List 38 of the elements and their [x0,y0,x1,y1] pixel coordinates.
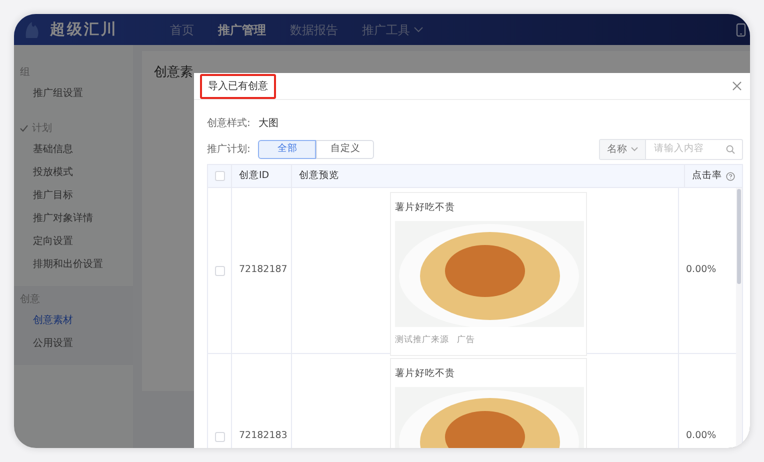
page-title: 创意素 [154,64,194,82]
column-header: 创意ID [239,168,270,183]
phone-icon[interactable] [736,22,746,36]
sidebar-item[interactable]: 公用设置 [14,332,73,355]
field-value: 大图 [258,116,278,131]
sidebar-item[interactable]: 基础信息 [14,138,73,161]
sidebar-item[interactable]: 投放模式 [14,161,73,184]
sidebar-item[interactable]: 推广组设置 [14,82,83,105]
preview-title: 薯片好吃不贵 [395,367,456,381]
field-label: 推广计划: [207,142,250,157]
sidebar-item[interactable]: 推广目标 [14,184,73,207]
column-header: 点击率 [692,168,722,183]
sidebar-item[interactable]: 排期和出价设置 [14,253,103,276]
sidebar-item[interactable]: 推广对象详情 [14,207,93,230]
column-header: 创意预览 [299,168,339,183]
nav-tab[interactable]: 推广管理 [206,20,278,38]
logo-text: 超级汇川 [50,19,118,40]
chevron-down-icon [631,147,638,152]
table-cell-text: 72182187 [239,263,288,278]
select-all-checkbox[interactable] [214,171,224,181]
segment-button[interactable]: 自定义 [316,140,374,159]
segment-button[interactable]: 全部 [258,140,316,159]
row-checkbox[interactable] [214,266,224,276]
sidebar-item[interactable]: 定向设置 [14,230,73,253]
table-cell-text: 0.00% [686,263,716,278]
ad-tag: 广告 [457,334,475,347]
search-field[interactable]: 名称 请输入内容 [599,139,743,160]
row-checkbox[interactable] [214,432,224,442]
search-icon[interactable] [726,145,735,154]
sidebar-item[interactable]: 创意素材 [14,309,73,332]
help-icon[interactable] [726,172,735,180]
modal-title: 导入已有创意 [200,74,276,98]
preview-title: 薯片好吃不贵 [395,201,456,215]
table-cell-text: 72182183 [239,429,288,444]
scrollbar[interactable] [736,188,742,448]
table-cell-text: 0.00% [686,429,716,444]
field-label: 创意样式: [207,116,250,131]
preview-source: 测试推广来源 [395,334,449,347]
